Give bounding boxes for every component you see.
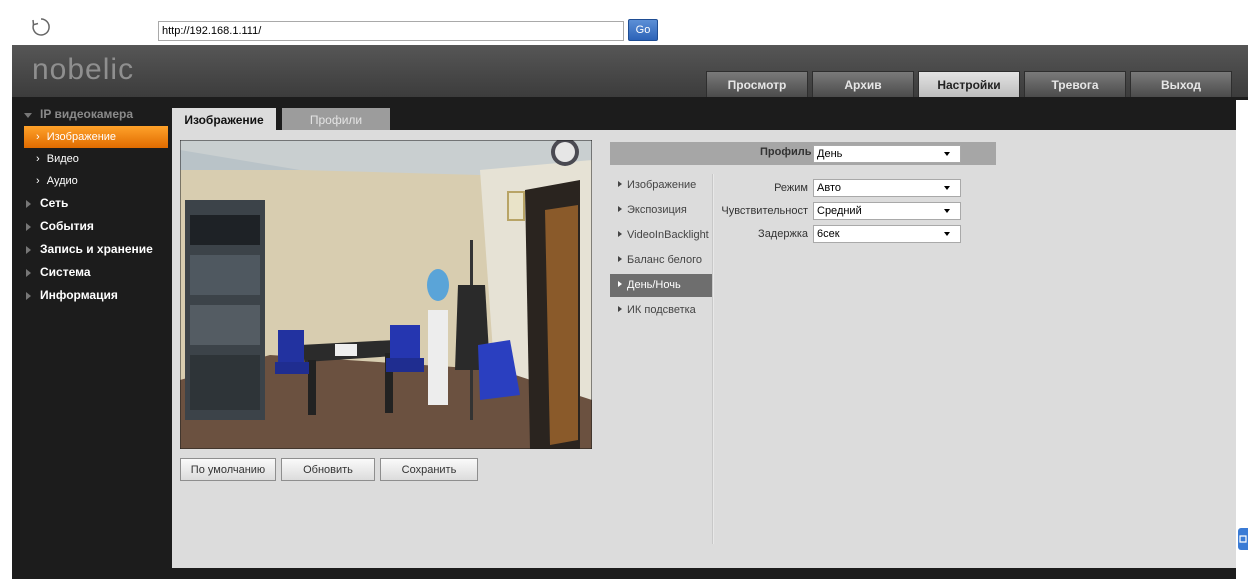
content-tabs: Изображение Профили xyxy=(172,108,390,131)
refresh-button[interactable]: Обновить xyxy=(281,458,375,481)
default-button[interactable]: По умолчанию xyxy=(180,458,276,481)
browser-toolbar: Go xyxy=(0,0,1248,45)
sidebar-item-label: Сеть xyxy=(40,196,69,210)
triangle-right-icon xyxy=(618,281,622,287)
sidebar-item-label: Аудио xyxy=(46,175,78,187)
submenu-label: Экспозиция xyxy=(627,204,687,216)
sidebar-item-info[interactable]: Информация xyxy=(12,284,172,307)
triangle-right-icon xyxy=(618,181,622,187)
triangle-right-icon xyxy=(618,231,622,237)
sidebar-item-video[interactable]: › Видео xyxy=(12,148,172,170)
main-nav: Просмотр Архив Настройки Тревога Выход xyxy=(706,71,1232,97)
submenu-label: Изображение xyxy=(627,179,697,191)
triangle-right-icon xyxy=(26,223,31,231)
triangle-down-icon xyxy=(24,113,32,118)
triangle-right-icon xyxy=(618,206,622,212)
submenu-label: ИК подсветка xyxy=(627,304,696,316)
mode-select-value: Авто xyxy=(817,182,841,194)
triangle-right-icon xyxy=(618,256,622,262)
tab-logout[interactable]: Выход xyxy=(1130,71,1232,97)
chevron-down-icon xyxy=(944,209,950,213)
camera-preview xyxy=(180,140,592,449)
address-input[interactable] xyxy=(158,21,624,41)
mode-select[interactable]: Авто xyxy=(813,179,961,197)
tab-alarm[interactable]: Тревога xyxy=(1024,71,1126,97)
app-header: nobelic Просмотр Архив Настройки Тревога… xyxy=(12,45,1248,97)
sidebar-item-storage[interactable]: Запись и хранение xyxy=(12,238,172,261)
go-button[interactable]: Go xyxy=(628,19,658,41)
sidebar-item-events[interactable]: События xyxy=(12,215,172,238)
window-edge xyxy=(1236,100,1248,579)
submenu-label: День/Ночь xyxy=(627,279,681,291)
sidebar-group-label: IP видеокамера xyxy=(40,107,134,121)
sidebar-item-network[interactable]: Сеть xyxy=(12,192,172,215)
delay-select[interactable]: 6сек xyxy=(813,225,961,243)
sidebar-item-label: Информация xyxy=(40,288,118,302)
refresh-icon[interactable] xyxy=(28,14,54,40)
profile-select-value: День xyxy=(817,148,843,160)
submenu-white-balance[interactable]: Баланс белого xyxy=(610,249,712,272)
sidebar-item-label: События xyxy=(40,219,94,233)
submenu-label: Баланс белого xyxy=(627,254,702,266)
sensitivity-select[interactable]: Средний xyxy=(813,202,961,220)
triangle-right-icon xyxy=(618,306,622,312)
sidebar-item-label: Изображение xyxy=(46,131,117,143)
app-window: nobelic Просмотр Архив Настройки Тревога… xyxy=(12,45,1248,579)
delay-label: Задержка xyxy=(758,228,808,240)
submenu-exposure[interactable]: Экспозиция xyxy=(610,199,712,222)
tab-image[interactable]: Изображение xyxy=(172,108,276,131)
sidebar-item-label: Система xyxy=(40,265,91,279)
mode-label: Режим xyxy=(774,182,808,194)
submenu-backlight[interactable]: VideoInBacklight xyxy=(610,224,712,247)
chevron-down-icon xyxy=(944,186,950,190)
triangle-right-icon xyxy=(26,269,31,277)
triangle-right-icon xyxy=(26,200,31,208)
sidebar: IP видеокамера › Изображение › Видео › А… xyxy=(12,103,172,579)
submenu-ir-light[interactable]: ИК подсветка xyxy=(610,299,712,322)
chevron-down-icon xyxy=(944,232,950,236)
image-submenu: Изображение Экспозиция VideoInBacklight … xyxy=(610,174,712,324)
sidebar-item-audio[interactable]: › Аудио xyxy=(12,170,172,192)
profile-label: Профиль xyxy=(760,146,812,158)
camera-actions: По умолчанию Обновить Сохранить xyxy=(180,458,478,481)
sidebar-item-image[interactable]: › Изображение xyxy=(24,126,168,148)
chevron-down-icon xyxy=(944,152,950,156)
triangle-right-icon xyxy=(26,246,31,254)
tab-profiles[interactable]: Профили xyxy=(282,108,390,131)
logo: nobelic xyxy=(32,53,135,86)
sidebar-item-label: Запись и хранение xyxy=(40,242,153,256)
delay-select-value: 6сек xyxy=(817,228,840,240)
save-button[interactable]: Сохранить xyxy=(380,458,478,481)
sidebar-group-ip-camera[interactable]: IP видеокамера xyxy=(12,103,172,126)
submenu-day-night[interactable]: День/Ночь xyxy=(610,274,712,297)
submenu-label: VideoInBacklight xyxy=(627,229,709,241)
triangle-right-icon xyxy=(26,292,31,300)
sensitivity-select-value: Средний xyxy=(817,205,862,217)
chevron-right-icon: › xyxy=(36,175,40,187)
submenu-image[interactable]: Изображение xyxy=(610,174,712,197)
sensitivity-label: Чувствительност xyxy=(721,205,808,217)
tab-settings[interactable]: Настройки xyxy=(918,71,1020,97)
settings-panel: По умолчанию Обновить Сохранить Профиль … xyxy=(172,130,1248,568)
tab-archive[interactable]: Архив xyxy=(812,71,914,97)
extension-icon[interactable] xyxy=(1238,528,1248,550)
chevron-right-icon: › xyxy=(36,153,40,165)
sidebar-item-label: Видео xyxy=(46,153,79,165)
sidebar-item-system[interactable]: Система xyxy=(12,261,172,284)
chevron-right-icon: › xyxy=(36,131,40,143)
tab-view[interactable]: Просмотр xyxy=(706,71,808,97)
profile-select[interactable]: День xyxy=(813,145,961,163)
